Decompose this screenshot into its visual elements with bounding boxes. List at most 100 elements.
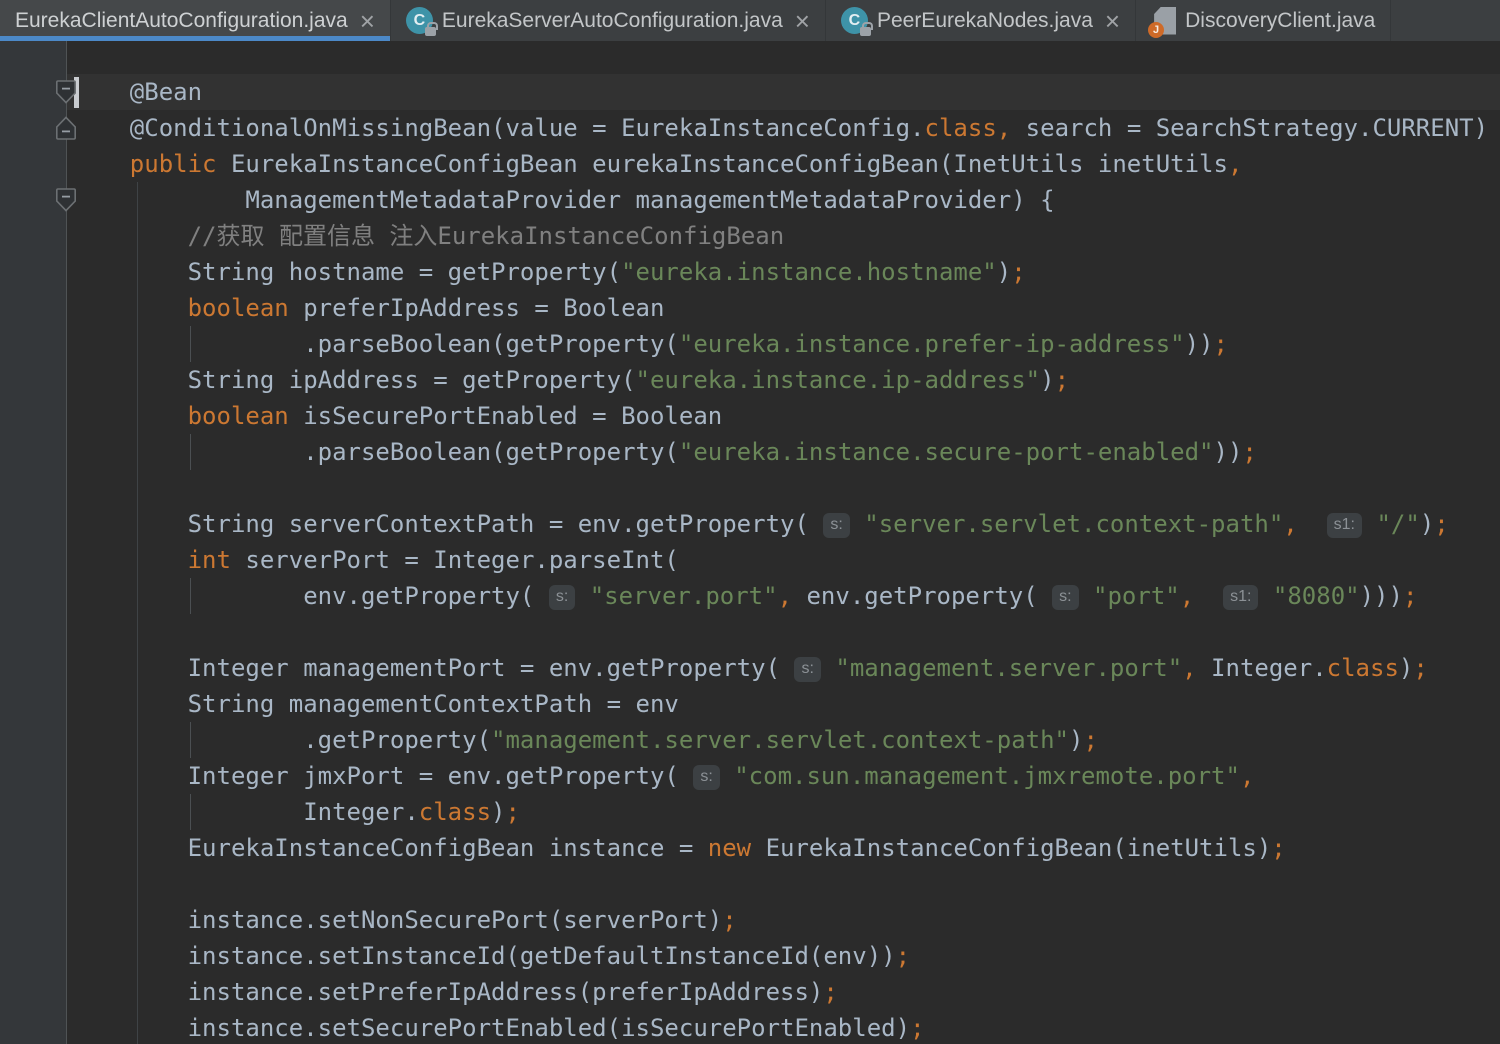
- code-line[interactable]: String managementContextPath = env: [67, 686, 1500, 722]
- code-token-string: "/": [1376, 510, 1420, 538]
- code-token-default: Integer.: [72, 798, 419, 826]
- code-token-string: "eureka.instance.hostname": [621, 258, 997, 286]
- code-token-default: preferIpAddress = Boolean: [288, 294, 665, 322]
- code-token-default: serverPort = Integer.parseInt(: [230, 546, 679, 574]
- code-line[interactable]: @ConditionalOnMissingBean(value = Eureka…: [67, 110, 1500, 146]
- parameter-hint-s: s:: [548, 585, 576, 610]
- code-token-string: "eureka.instance.ip-address": [635, 366, 1041, 394]
- code-line[interactable]: Integer jmxPort = env.getProperty( s: "c…: [67, 758, 1500, 794]
- code-line[interactable]: .parseBoolean(getProperty("eureka.instan…: [67, 434, 1500, 470]
- code-token-punctuation: ;: [1011, 258, 1026, 286]
- code-line[interactable]: @Bean: [67, 74, 1500, 110]
- tab-filename: DiscoveryClient.java: [1185, 8, 1376, 32]
- tab-filename: PeerEurekaNodes.java: [876, 8, 1093, 32]
- code-token-default: EurekaInstanceConfigBean instance =: [72, 834, 708, 862]
- editor-tab-4[interactable]: J DiscoveryClient.java: [1136, 0, 1392, 41]
- fold-marker-down[interactable]: [55, 79, 77, 105]
- code-line[interactable]: boolean isSecurePortEnabled = Boolean: [67, 398, 1500, 434]
- code-token-punctuation: ,: [996, 114, 1012, 142]
- code-token-default: [720, 762, 734, 790]
- tab-close-icon[interactable]: ×: [795, 8, 810, 34]
- code-token-default: instance.setNonSecurePort(serverPort): [72, 906, 723, 934]
- code-token-keyword: new: [707, 834, 752, 862]
- code-line[interactable]: env.getProperty( s: "server.port", env.g…: [67, 578, 1500, 614]
- code-token-default: String managementContextPath = env: [72, 690, 679, 718]
- code-token-punctuation: ;: [1213, 330, 1228, 358]
- code-token-string: "eureka.instance.secure-port-enabled": [678, 438, 1214, 466]
- code-line[interactable]: [67, 614, 1500, 650]
- code-line[interactable]: String ipAddress = getProperty("eureka.i…: [67, 362, 1500, 398]
- code-token-default: [1258, 582, 1272, 610]
- code-line[interactable]: [67, 470, 1500, 506]
- code-token-punctuation: ;: [1413, 654, 1428, 682]
- code-token-keyword: public: [129, 150, 217, 178]
- code-token-punctuation: ,: [1179, 582, 1195, 610]
- code-token-punctuation: ;: [1434, 510, 1449, 538]
- code-token-default: [72, 402, 188, 430]
- code-line[interactable]: Integer managementPort = env.getProperty…: [67, 650, 1500, 686]
- parameter-hint-s: s:: [794, 657, 821, 682]
- code-token-default: ))): [1359, 582, 1403, 610]
- parameter-hint-s: s:: [1052, 585, 1079, 610]
- code-line[interactable]: .getProperty("management.server.servlet.…: [67, 722, 1500, 758]
- fold-marker-down[interactable]: [55, 187, 77, 213]
- code-token-default: [72, 150, 130, 178]
- code-token-string: "8080": [1272, 582, 1360, 610]
- editor-area: @Bean @ConditionalOnMissingBean(value = …: [0, 41, 1500, 1044]
- code-line[interactable]: instance.setInstanceId(getDefaultInstanc…: [67, 938, 1500, 974]
- code-token-punctuation: ,: [777, 582, 793, 610]
- code-line[interactable]: //获取 配置信息 注入EurekaInstanceConfigBean: [67, 218, 1500, 254]
- code-token-punctuation: ,: [1182, 654, 1197, 682]
- tab-close-icon[interactable]: ×: [1105, 8, 1120, 34]
- code-line[interactable]: EurekaInstanceConfigBean instance = new …: [67, 830, 1500, 866]
- code-line[interactable]: instance.setPreferIpAddress(preferIpAddr…: [67, 974, 1500, 1010]
- code-line[interactable]: String hostname = getProperty("eureka.in…: [67, 254, 1500, 290]
- code-token-default: [1298, 510, 1327, 538]
- code-token-keyword: boolean: [187, 294, 289, 322]
- editor-tab-3[interactable]: C PeerEurekaNodes.java ×: [826, 0, 1137, 41]
- code-token-punctuation: ;: [1054, 366, 1070, 394]
- code-token-default: )): [1213, 438, 1243, 466]
- code-token-punctuation: ;: [823, 978, 838, 1006]
- code-token-keyword: boolean: [187, 402, 289, 430]
- code-token-default: Integer jmxPort = env.getProperty(: [72, 762, 694, 790]
- code-line[interactable]: ManagementMetadataProvider managementMet…: [67, 182, 1500, 218]
- code-token-string: "com.sun.management.jmxremote.port": [734, 762, 1240, 790]
- fold-marker-up[interactable]: [55, 115, 77, 141]
- code-line[interactable]: boolean preferIpAddress = Boolean: [67, 290, 1500, 326]
- java-file-icon: J: [1148, 6, 1177, 38]
- tab-close-icon[interactable]: ×: [360, 8, 375, 34]
- class-icon: C: [405, 7, 438, 36]
- code-token-default: .parseBoolean(getProperty(: [72, 330, 679, 358]
- editor-tab-1[interactable]: EurekaClientAutoConfiguration.java ×: [0, 0, 391, 41]
- code-token-default: [821, 654, 835, 682]
- parameter-hint-s1: s1:: [1223, 585, 1259, 610]
- code-token-string: "port": [1093, 582, 1180, 610]
- code-line[interactable]: String serverContextPath = env.getProper…: [67, 506, 1500, 542]
- code-token-default: instance.setInstanceId(getDefaultInstanc…: [72, 942, 896, 970]
- code-line[interactable]: instance.setSecurePortEnabled(isSecurePo…: [67, 1010, 1500, 1044]
- code-token-keyword: int: [187, 546, 231, 574]
- code-token-default: [575, 582, 589, 610]
- code-token-default: [1194, 582, 1223, 610]
- code-editor[interactable]: @Bean @ConditionalOnMissingBean(value = …: [0, 41, 1500, 1044]
- code-token-string: "management.server.port": [835, 654, 1183, 682]
- code-token-default: )): [1184, 330, 1214, 358]
- code-token-default: String serverContextPath = env.getProper…: [72, 510, 824, 538]
- code-token-default: EurekaInstanceConfigBean eurekaInstanceC…: [216, 150, 1228, 178]
- code-line[interactable]: instance.setNonSecurePort(serverPort);: [67, 902, 1500, 938]
- parameter-hint-s1: s1:: [1326, 513, 1362, 538]
- code-token-default: Integer managementPort = env.getProperty…: [72, 654, 795, 682]
- code-line[interactable]: .parseBoolean(getProperty("eureka.instan…: [67, 326, 1500, 362]
- code-line[interactable]: [67, 866, 1500, 902]
- code-token-default: ): [996, 258, 1012, 286]
- code-line[interactable]: Integer.class);: [67, 794, 1500, 830]
- code-line[interactable]: int serverPort = Integer.parseInt(: [67, 542, 1500, 578]
- code-token-default: env.getProperty(: [792, 582, 1053, 610]
- editor-tab-2[interactable]: C EurekaServerAutoConfiguration.java ×: [391, 0, 826, 41]
- code-token-default: Integer.: [1196, 654, 1327, 682]
- code-line[interactable]: public EurekaInstanceConfigBean eurekaIn…: [67, 146, 1500, 182]
- code-token-punctuation: ,: [1227, 150, 1243, 178]
- code-token-punctuation: ;: [1271, 834, 1286, 862]
- code-token-keyword: class: [418, 798, 492, 826]
